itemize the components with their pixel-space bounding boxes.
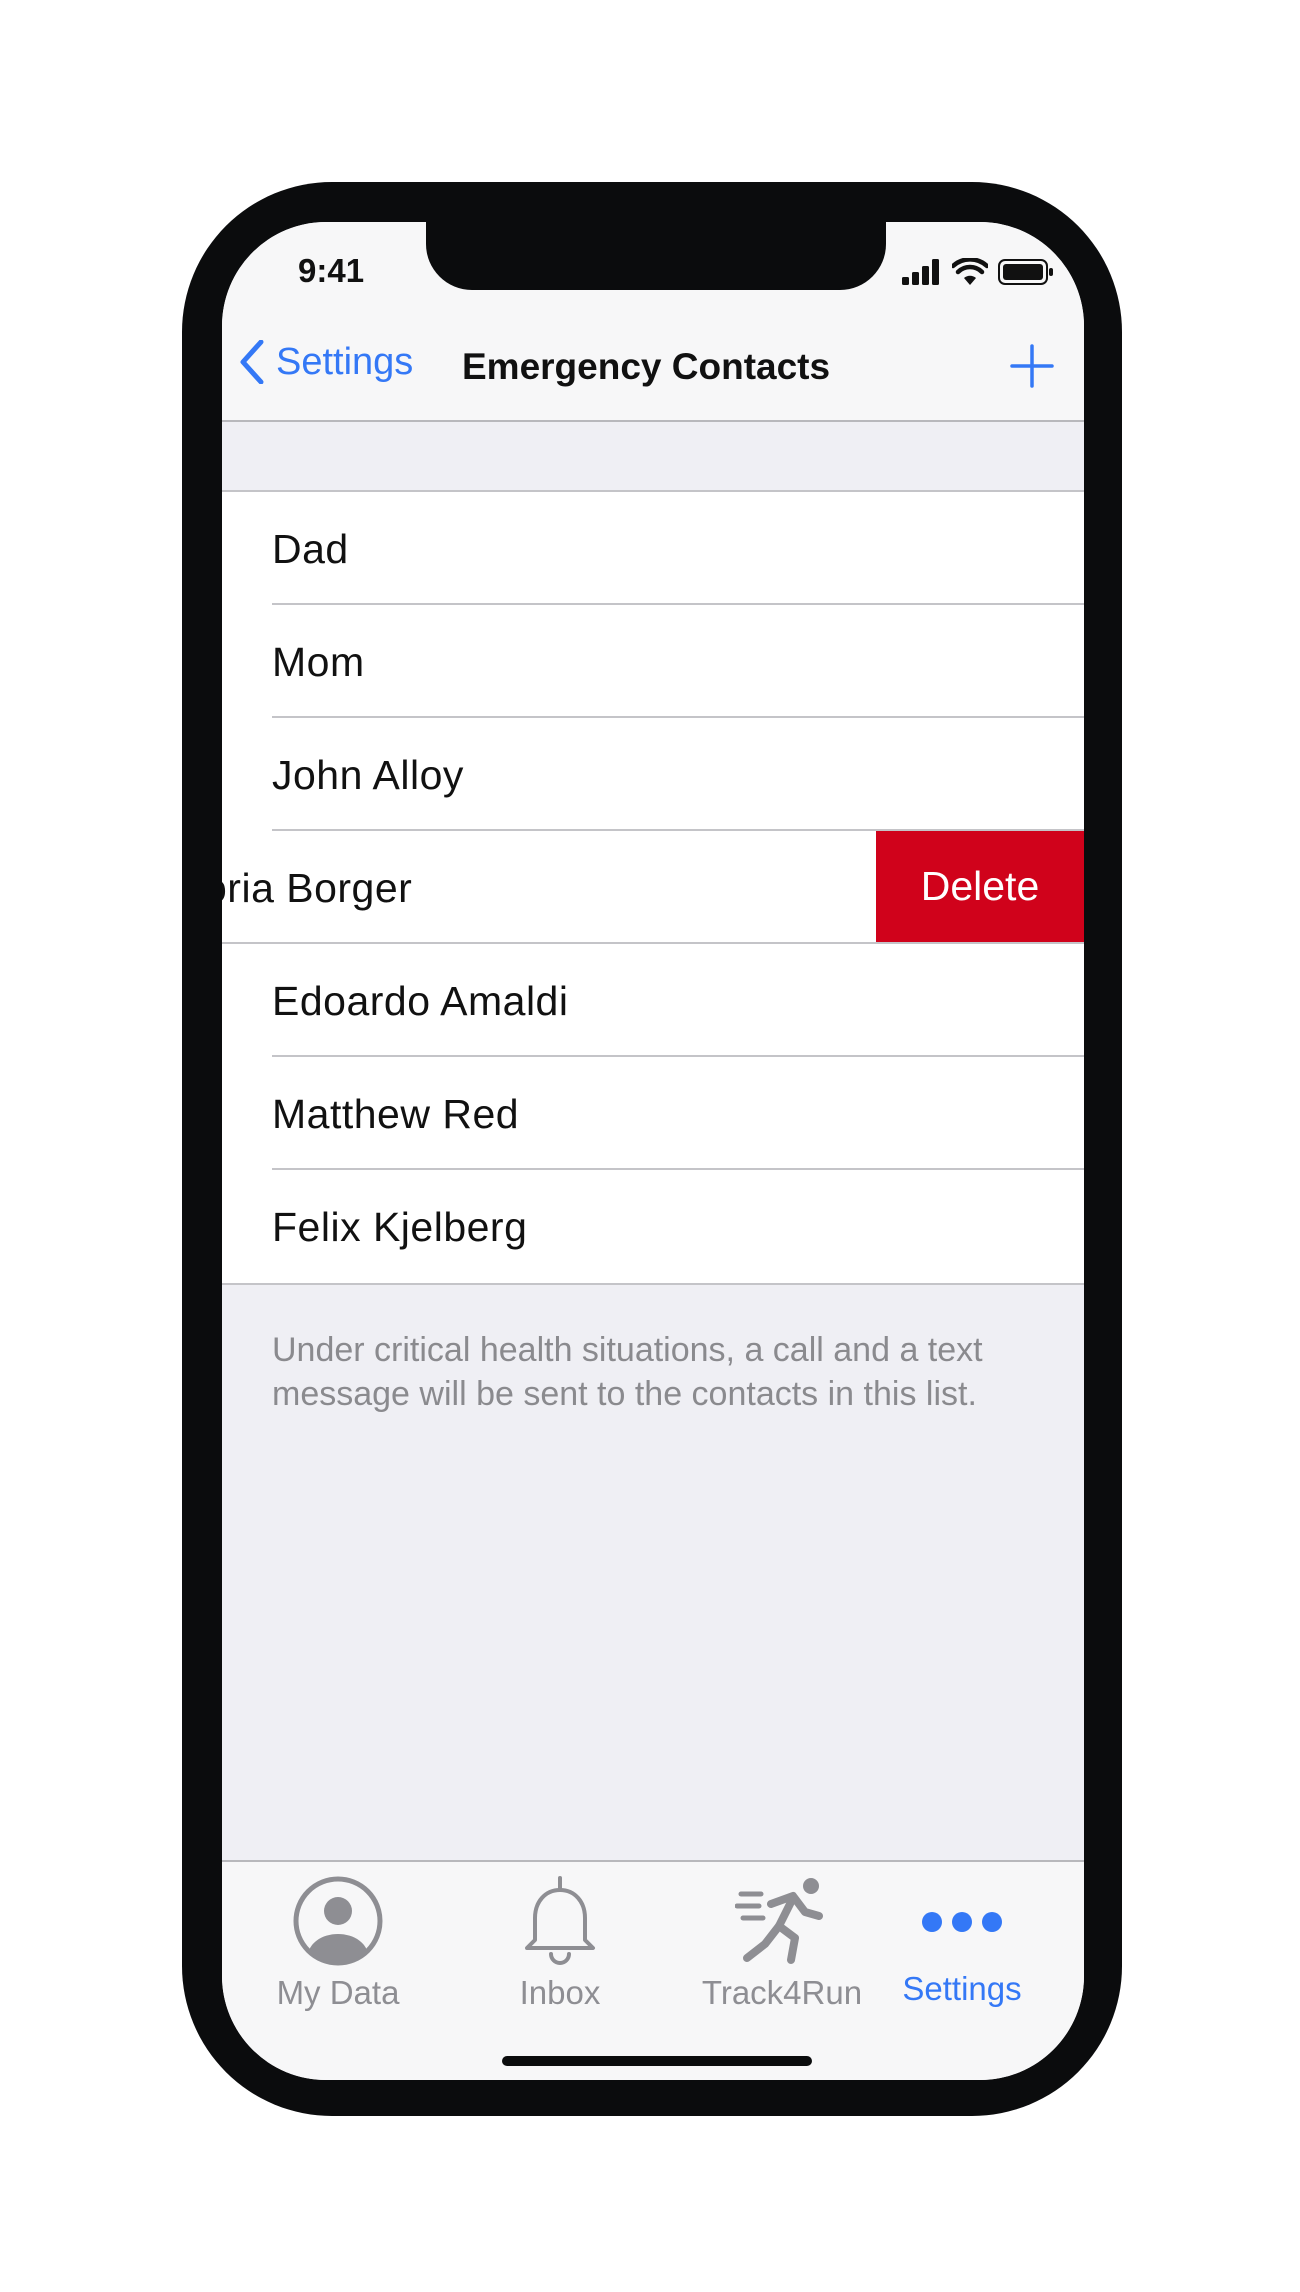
tab-settings[interactable]: Settings bbox=[862, 1874, 1062, 2008]
contact-name: Edoardo Amaldi bbox=[272, 978, 569, 1024]
contact-row[interactable]: Felix Kjelberg bbox=[222, 1170, 1084, 1283]
notch bbox=[426, 222, 886, 290]
back-button-label: Settings bbox=[276, 340, 414, 383]
battery-icon bbox=[998, 259, 1053, 285]
contact-name: John Alloy bbox=[272, 752, 464, 798]
list-footer-note: Under critical health situations, a call… bbox=[272, 1331, 983, 1413]
contact-row[interactable]: Dad bbox=[222, 492, 1084, 605]
contact-row[interactable]: Matthew Red bbox=[222, 1057, 1084, 1170]
add-contact-button[interactable] bbox=[1010, 344, 1054, 393]
tab-label: Settings bbox=[902, 1970, 1022, 2007]
contact-row[interactable]: John Alloy bbox=[222, 718, 1084, 831]
tab-label: My Data bbox=[276, 1974, 400, 2011]
chevron-left-icon bbox=[240, 340, 264, 384]
bell-icon bbox=[525, 1876, 595, 1965]
contact-row[interactable]: Mom bbox=[222, 605, 1084, 718]
running-icon bbox=[735, 1878, 823, 1964]
home-indicator[interactable] bbox=[502, 2056, 812, 2066]
more-dots-icon bbox=[922, 1912, 1002, 1932]
page-title: Emergency Contacts bbox=[462, 346, 831, 387]
wifi-icon bbox=[952, 258, 988, 285]
contact-row[interactable]: Edoardo Amaldi bbox=[222, 944, 1084, 1057]
contact-name: oria Borger bbox=[222, 865, 413, 911]
contacts-list: Dad Mom John Alloy oria Borger Delete Ed… bbox=[222, 490, 1084, 1285]
delete-button[interactable]: Delete bbox=[876, 831, 1084, 942]
tab-label: Track4Run bbox=[701, 1974, 863, 2011]
tab-inbox[interactable]: Inbox bbox=[460, 1874, 660, 2012]
contact-name: Dad bbox=[272, 526, 349, 572]
contact-name: Mom bbox=[272, 639, 365, 685]
phone-screen: 9:41 Settings Emergency Contacts Dad Mom… bbox=[222, 222, 1084, 2080]
contact-row-swiped[interactable]: oria Borger Delete bbox=[222, 831, 1084, 944]
navigation-bar: 9:41 Settings Emergency Contacts bbox=[222, 222, 1084, 422]
status-time: 9:41 bbox=[298, 252, 365, 289]
person-circle-icon bbox=[293, 1876, 383, 1966]
tab-track4run[interactable]: Track4Run bbox=[682, 1874, 882, 2012]
contact-name: Felix Kjelberg bbox=[272, 1204, 528, 1250]
tab-my-data[interactable]: My Data bbox=[238, 1874, 438, 2012]
tab-bar: My Data Inbox Track4Run Settings bbox=[222, 1860, 1084, 2080]
plus-icon bbox=[1010, 344, 1054, 388]
contact-name: Matthew Red bbox=[272, 1091, 520, 1137]
status-icons bbox=[902, 258, 1054, 286]
cellular-signal-icon bbox=[902, 259, 939, 285]
tab-label: Inbox bbox=[519, 1974, 601, 2011]
back-button[interactable]: Settings bbox=[240, 340, 413, 384]
